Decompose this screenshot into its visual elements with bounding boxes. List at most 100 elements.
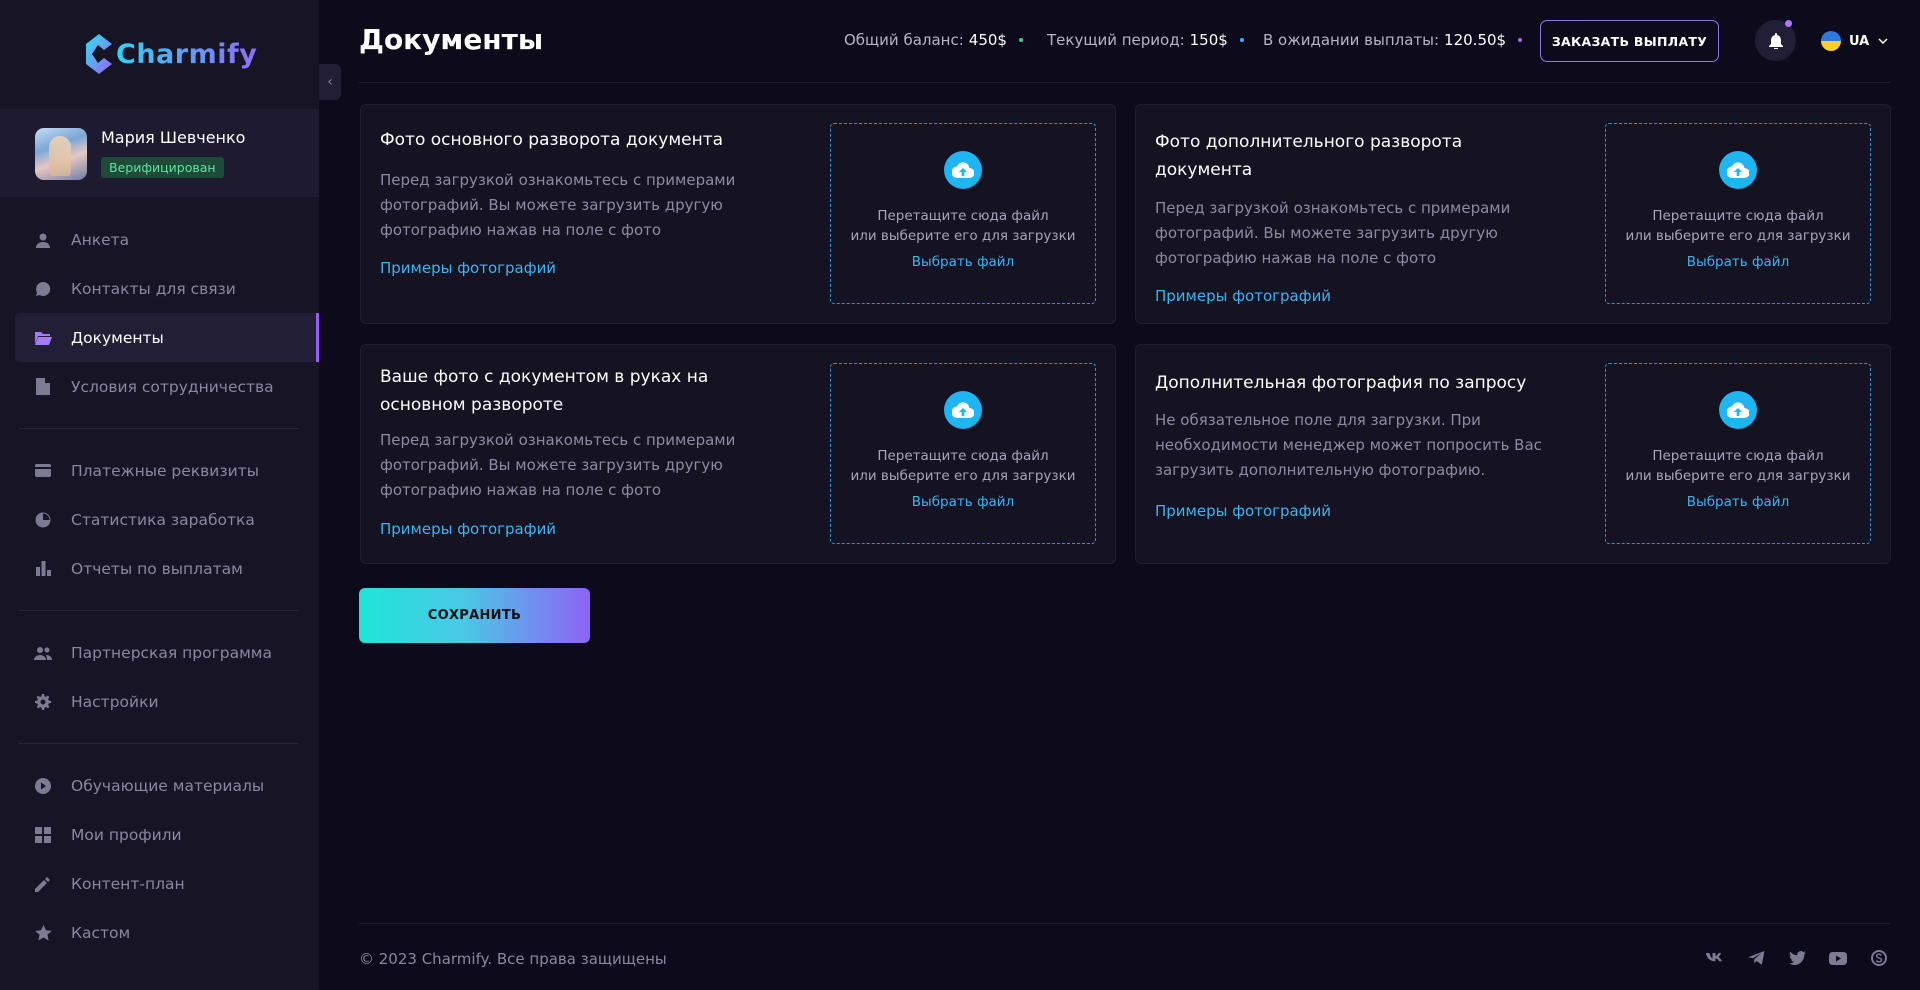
photo-examples-link[interactable]: Примеры фотографий [380,259,556,277]
sidebar-item-settings[interactable]: Настройки [15,677,319,726]
upload-cloud-icon [944,391,982,429]
ukraine-flag-icon [1821,31,1841,51]
sidebar-item-profile[interactable]: Анкета [15,215,319,264]
select-file-link[interactable]: Выбрать файл [1606,254,1870,270]
collapse-sidebar-button[interactable]: ‹ [319,64,341,100]
play-icon [34,777,52,795]
photo-examples-link[interactable]: Примеры фотографий [1155,502,1331,520]
telegram-icon[interactable] [1746,948,1766,968]
dropzone-hint-line: или выберите его для загрузки [1625,228,1851,244]
language-code: UA [1849,33,1870,49]
gear-icon [34,693,52,711]
chevron-down-icon [1878,38,1888,44]
sidebar-item-label: Документы [71,328,164,347]
footer-divider [359,923,1890,924]
sidebar-item-affiliate[interactable]: Партнерская программа [15,628,319,677]
select-file-link[interactable]: Выбрать файл [831,254,1095,270]
pending-payout: В ожидании выплаты: 120.50$ [1263,31,1523,49]
star-icon [34,924,52,942]
notifications-button[interactable] [1755,20,1796,61]
dropzone-hint: Перетащите сюда файл или выберите его для… [1606,206,1870,246]
sidebar-item-label: Платежные реквизиты [71,461,259,480]
avatar [35,128,87,180]
sidebar-item-custom[interactable]: Кастом [15,908,319,957]
copyright: © 2023 Charmify. Все права защищены [359,950,667,968]
dropzone-hint: Перетащите сюда файл или выберите его для… [1606,446,1870,486]
dropzone-hint: Перетащите сюда файл или выберите его для… [831,446,1095,486]
file-icon [34,378,52,396]
skype-icon[interactable] [1869,948,1889,968]
logo-icon [86,34,112,74]
brand-name: Charmify [116,38,258,70]
sidebar-item-label: Мои профили [71,825,182,844]
current-period-value: 150$ [1189,31,1228,49]
header-divider [359,82,1890,83]
card-title: Дополнительная фотография по запросу [1155,373,1527,393]
save-button[interactable]: СОХРАНИТЬ [359,588,590,643]
logo[interactable]: Charmify [84,32,257,76]
total-balance-value: 450$ [968,31,1007,49]
document-card-extra-spread: Фото дополнительного разворота документа… [1135,104,1891,324]
order-payout-button[interactable]: ЗАКАЗАТЬ ВЫПЛАТУ [1540,20,1719,62]
dropzone-hint-line: или выберите его для загрузки [850,228,1076,244]
upload-cloud-icon [944,151,982,189]
pending-payout-label: В ожидании выплаты: [1263,31,1440,49]
file-dropzone[interactable]: Перетащите сюда файл или выберите его для… [1605,363,1871,544]
sidebar-nav: Анкета Контакты для связи Документы Усло… [15,215,319,957]
status-dot [1018,38,1023,42]
upload-cloud-icon [1719,391,1757,429]
profile-card[interactable]: Мария Шевченко Верифицирован [0,109,319,197]
bell-icon [1768,32,1783,49]
verification-badge: Верифицирован [101,157,224,178]
sidebar-item-label: Кастом [71,923,131,942]
sidebar-item-earnings-stats[interactable]: Статистика заработка [15,495,319,544]
sidebar-item-terms[interactable]: Условия сотрудничества [15,362,319,411]
card-description: Перед загрузкой ознакомьтесь с примерами… [1155,199,1511,267]
select-file-link[interactable]: Выбрать файл [831,494,1095,510]
language-selector[interactable]: UA [1821,31,1888,51]
document-card-additional: Дополнительная фотография по запросу Не … [1135,344,1891,564]
sidebar-item-payment-details[interactable]: Платежные реквизиты [15,446,319,495]
sidebar-item-label: Обучающие материалы [71,776,265,795]
nav-divider [19,610,299,611]
youtube-icon[interactable] [1828,948,1848,968]
pencil-icon [34,875,52,893]
sidebar-item-label: Настройки [71,692,159,711]
grid-icon [34,826,52,844]
sidebar-item-contacts[interactable]: Контакты для связи [15,264,319,313]
vk-icon[interactable] [1705,948,1725,968]
file-dropzone[interactable]: Перетащите сюда файл или выберите его для… [1605,123,1871,304]
sidebar: Charmify Мария Шевченко Верифицирован Ан… [0,0,319,990]
sidebar-item-content-plan[interactable]: Контент-план [15,859,319,908]
dropzone-hint-line: Перетащите сюда файл [1652,208,1824,224]
select-file-link[interactable]: Выбрать файл [1606,494,1870,510]
sidebar-item-label: Контакты для связи [71,279,236,298]
sidebar-item-documents[interactable]: Документы [15,313,319,362]
profile-name: Мария Шевченко [101,128,246,147]
card-description: Не обязательное поле для загрузки. При н… [1155,411,1542,479]
sidebar-item-label: Статистика заработка [71,510,255,529]
file-dropzone[interactable]: Перетащите сюда файл или выберите его для… [830,363,1096,544]
card-description: Перед загрузкой ознакомьтесь с примерами… [380,171,736,239]
sidebar-item-label: Контент-план [71,874,185,893]
page-title: Документы [359,23,544,56]
card-title: Фото дополнительного разворота документа [1155,132,1463,180]
twitter-icon[interactable] [1787,948,1807,968]
dropzone-hint-line: Перетащите сюда файл [1652,448,1824,464]
file-dropzone[interactable]: Перетащите сюда файл или выберите его для… [830,123,1096,304]
dropzone-hint-line: Перетащите сюда файл [877,448,1049,464]
sidebar-item-label: Анкета [71,230,130,249]
photo-examples-link[interactable]: Примеры фотографий [1155,287,1331,305]
photo-examples-link[interactable]: Примеры фотографий [380,520,556,538]
sidebar-item-learning[interactable]: Обучающие материалы [15,761,319,810]
person-icon [34,231,52,249]
document-card-main-spread: Фото основного разворота документа Перед… [360,104,1116,324]
sidebar-item-payout-reports[interactable]: Отчеты по выплатам [15,544,319,593]
sidebar-item-label: Условия сотрудничества [71,377,274,396]
nav-divider [19,428,299,429]
upload-cloud-icon [1719,151,1757,189]
sidebar-item-label: Партнерская программа [71,643,272,662]
notification-badge [1785,20,1792,27]
dropzone-hint-line: Перетащите сюда файл [877,208,1049,224]
sidebar-item-my-profiles[interactable]: Мои профили [15,810,319,859]
